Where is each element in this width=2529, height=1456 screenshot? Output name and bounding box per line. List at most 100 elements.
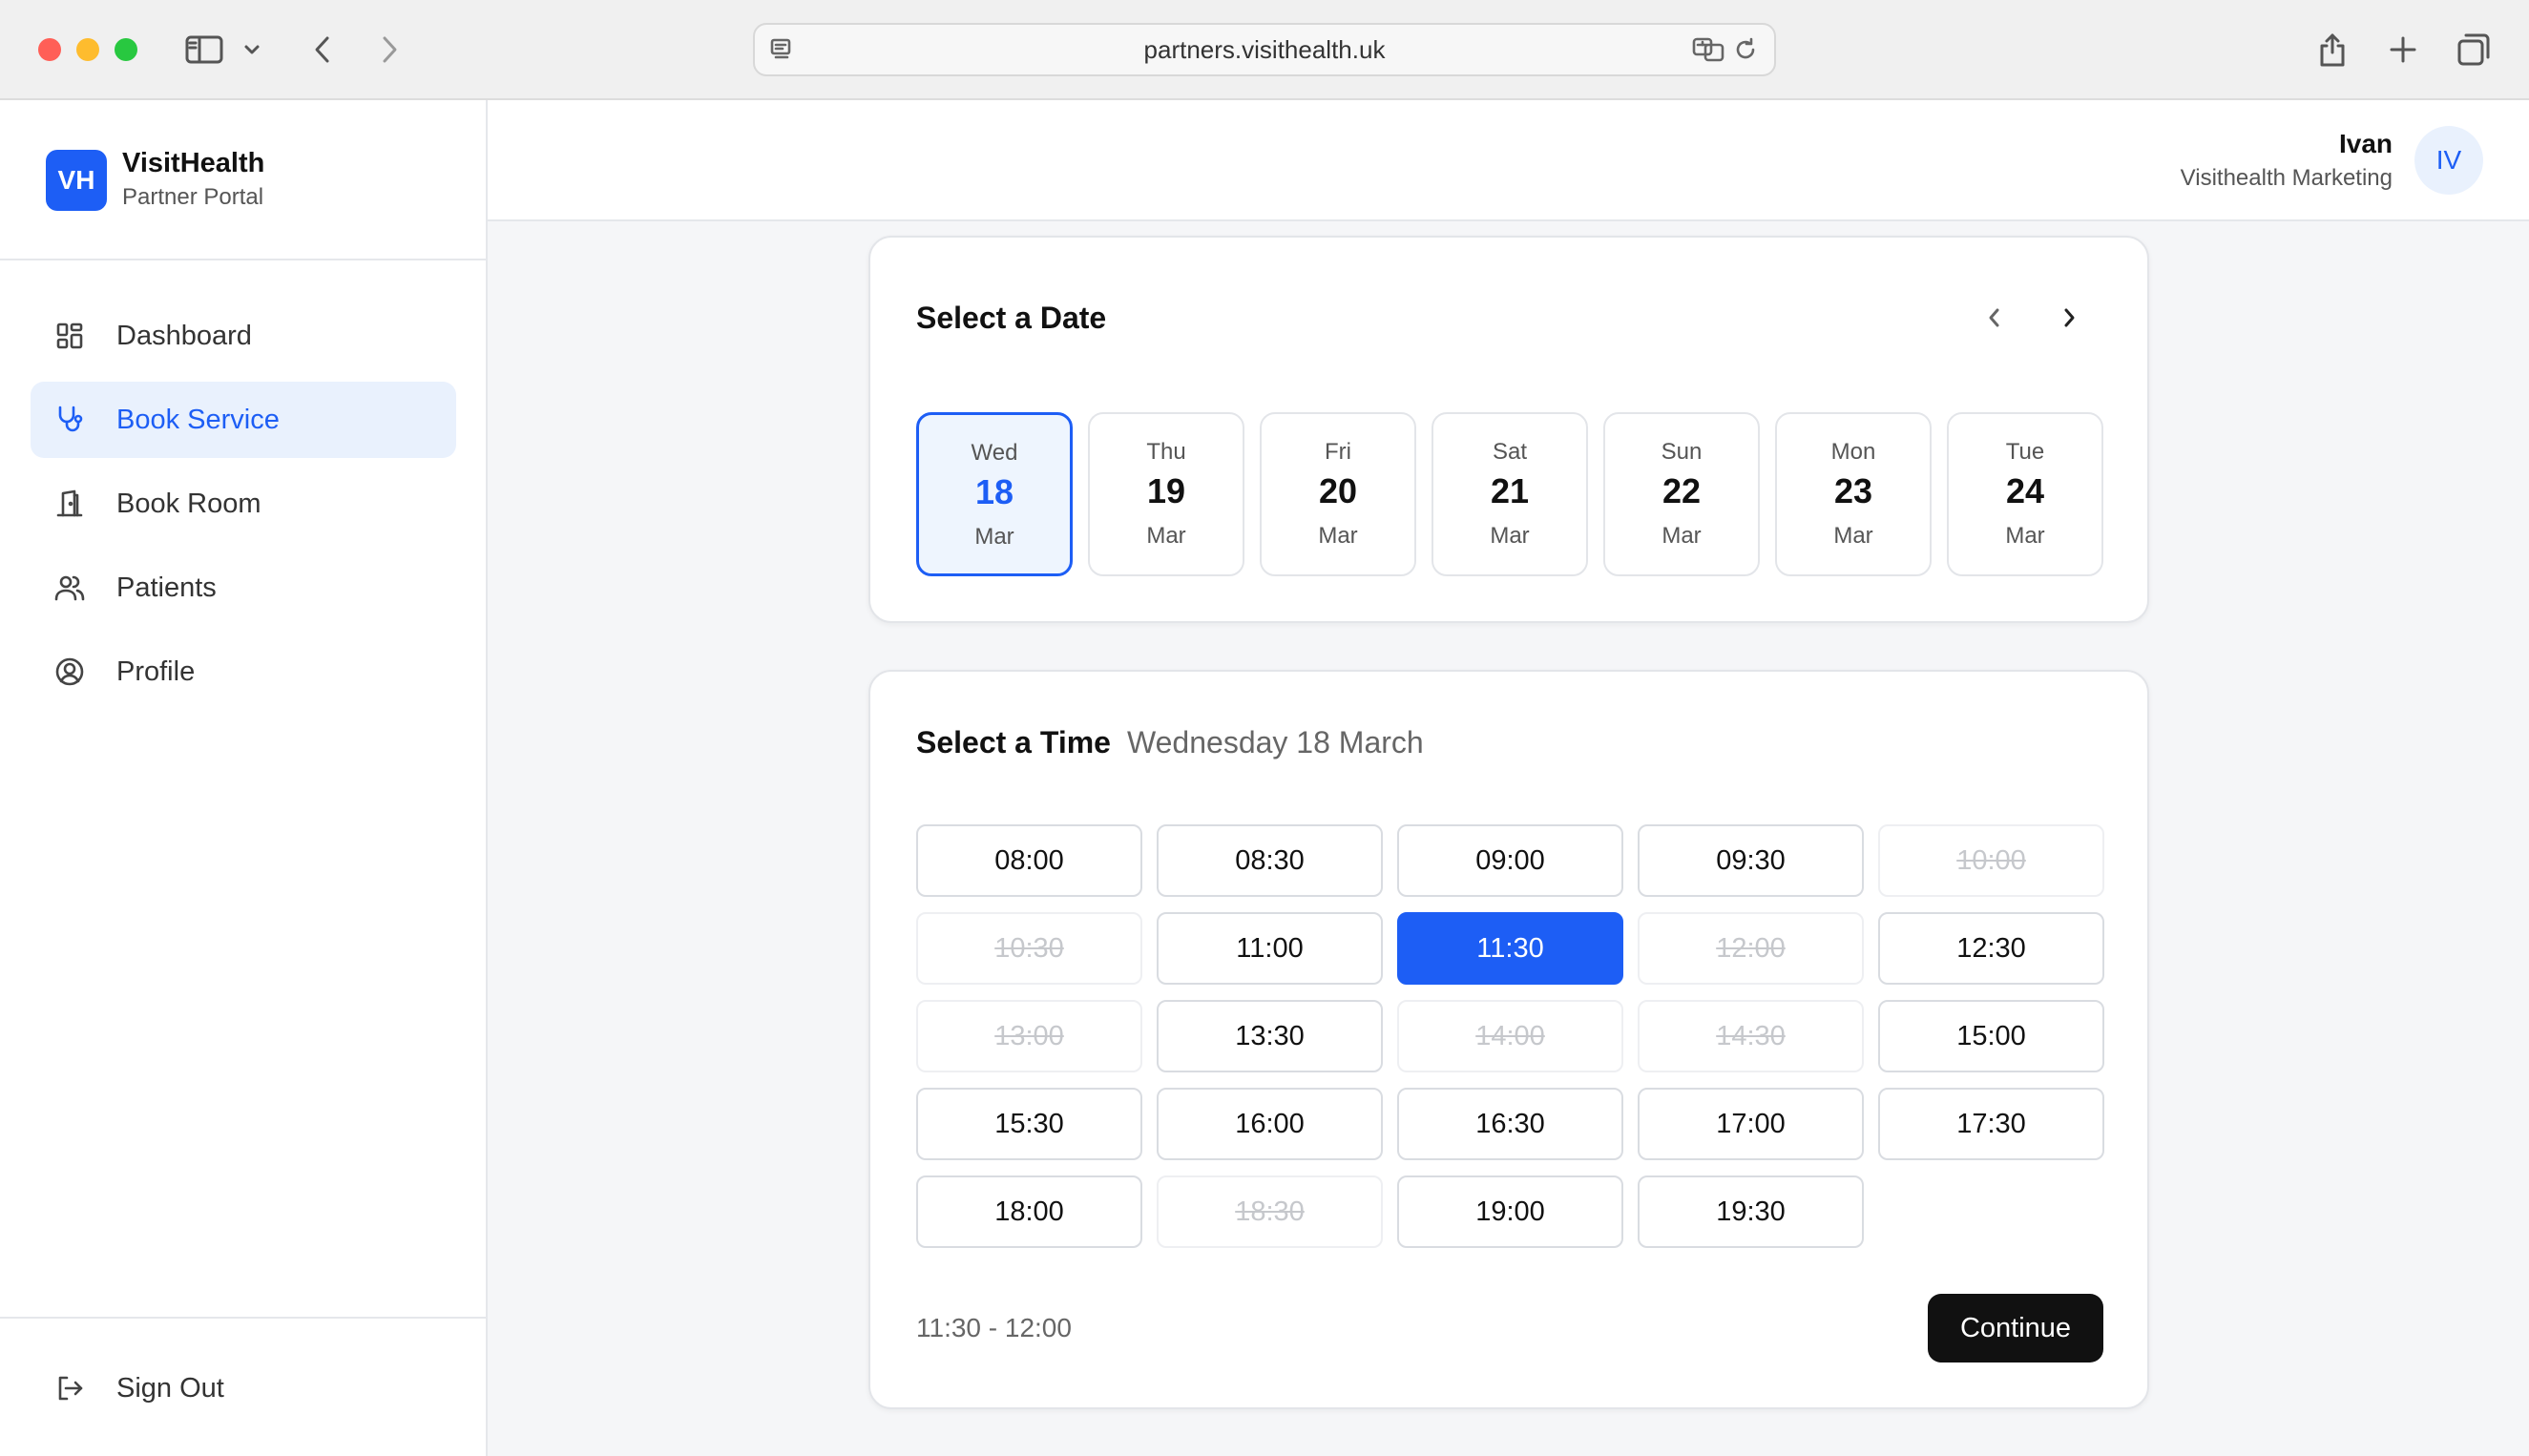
time-slot-1800[interactable]: 18:00 <box>916 1175 1142 1248</box>
door-icon <box>53 488 86 520</box>
selected-time-range: 11:30 - 12:00 <box>916 1313 1072 1342</box>
previous-week-button[interactable] <box>1974 297 2016 339</box>
time-slot-1730[interactable]: 17:30 <box>1878 1088 2104 1160</box>
day-number-label: 18 <box>974 472 1014 511</box>
month-label: Mar <box>2005 523 2045 549</box>
date-option-thu[interactable]: Thu 19 Mar <box>1088 412 1244 576</box>
new-tab-icon[interactable] <box>2382 29 2424 71</box>
sidebar-nav: Dashboard Book Service Book Room Patient… <box>31 298 456 718</box>
minimize-window-button[interactable] <box>76 38 99 61</box>
grid-icon <box>53 320 86 352</box>
brand-logo: VH <box>46 150 107 211</box>
user-name: Ivan <box>2338 129 2393 158</box>
time-slot-1000: 10:00 <box>1878 824 2104 897</box>
url-text[interactable]: partners.visithealth.uk <box>755 25 1774 74</box>
date-option-wed[interactable]: Wed 18 Mar <box>916 412 1073 576</box>
zoom-window-button[interactable] <box>115 38 137 61</box>
date-option-sat[interactable]: Sat 21 Mar <box>1432 412 1588 576</box>
day-number-label: 20 <box>1318 471 1358 510</box>
time-slot-0930[interactable]: 09:30 <box>1638 824 1864 897</box>
time-slot-1300: 13:00 <box>916 1000 1142 1072</box>
close-window-button[interactable] <box>38 38 61 61</box>
month-label: Mar <box>1490 523 1530 549</box>
day-of-week-label: Thu <box>1146 439 1186 465</box>
date-picker-card: Select a Date Wed 18 Mar Thu 19 Mar Fri 20 Mar Sa… <box>868 236 2149 623</box>
time-slot-0830[interactable]: 08:30 <box>1157 824 1383 897</box>
time-slot-1130[interactable]: 11:30 <box>1397 912 1623 985</box>
day-number-label: 21 <box>1490 471 1530 510</box>
brand-name: VisitHealth <box>122 148 265 178</box>
sign-out-label: Sign Out <box>116 1372 224 1404</box>
sidebar-footer: Sign Out <box>0 1317 486 1456</box>
share-icon[interactable] <box>2311 29 2353 71</box>
sidebar-item-patients[interactable]: Patients <box>31 550 456 626</box>
stethoscope-icon <box>53 404 86 436</box>
day-of-week-label: Sat <box>1492 439 1528 465</box>
selected-date-label: Wednesday 18 March <box>1127 725 1424 759</box>
time-slot-1330[interactable]: 13:30 <box>1157 1000 1383 1072</box>
time-picker-card: Select a Time Wednesday 18 March 08:00 08… <box>868 670 2149 1409</box>
day-of-week-label: Sun <box>1661 439 1703 465</box>
date-option-sun[interactable]: Sun 22 Mar <box>1603 412 1760 576</box>
address-bar[interactable]: partners.visithealth.uk <box>753 23 1776 76</box>
reload-icon[interactable] <box>1726 31 1765 69</box>
day-of-week-label: Wed <box>971 440 1018 466</box>
back-arrow-icon[interactable] <box>302 29 344 71</box>
time-slot-1230[interactable]: 12:30 <box>1878 912 2104 985</box>
time-slot-0800[interactable]: 08:00 <box>916 824 1142 897</box>
month-label: Mar <box>974 524 1014 550</box>
sidebar-item-book-service[interactable]: Book Service <box>31 382 456 458</box>
brand-header: VH VisitHealth Partner Portal <box>0 100 486 260</box>
month-label: Mar <box>1833 523 1873 549</box>
sidebar-item-label: Dashboard <box>116 320 252 351</box>
time-slot-1530[interactable]: 15:30 <box>916 1088 1142 1160</box>
sidebar-toggle-icon[interactable] <box>183 29 225 71</box>
day-of-week-label: Fri <box>1325 439 1351 465</box>
next-week-button[interactable] <box>2048 297 2090 339</box>
time-slot-1500[interactable]: 15:00 <box>1878 1000 2104 1072</box>
user-circle-icon <box>53 655 86 688</box>
sidebar-item-label: Profile <box>116 655 196 687</box>
day-number-label: 23 <box>1833 471 1873 510</box>
tab-overview-icon[interactable] <box>2453 29 2495 71</box>
day-number-label: 24 <box>2005 471 2045 510</box>
time-slot-1030: 10:30 <box>916 912 1142 985</box>
time-slot-1600[interactable]: 16:00 <box>1157 1088 1383 1160</box>
day-of-week-label: Mon <box>1830 439 1876 465</box>
logout-icon <box>53 1372 86 1404</box>
date-option-fri[interactable]: Fri 20 Mar <box>1260 412 1416 576</box>
time-slot-1900[interactable]: 19:00 <box>1397 1175 1623 1248</box>
sidebar-item-label: Book Service <box>116 404 280 435</box>
time-slot-1830: 18:30 <box>1157 1175 1383 1248</box>
brand-subtitle: Partner Portal <box>122 184 264 210</box>
time-slot-1400: 14:00 <box>1397 1000 1623 1072</box>
time-slot-1930[interactable]: 19:30 <box>1638 1175 1864 1248</box>
time-slot-1100[interactable]: 11:00 <box>1157 912 1383 985</box>
time-slot-1430: 14:30 <box>1638 1000 1864 1072</box>
avatar[interactable]: IV <box>2414 126 2483 195</box>
sidebar-item-dashboard[interactable]: Dashboard <box>31 298 456 374</box>
month-label: Mar <box>1146 523 1186 549</box>
sidebar-item-profile[interactable]: Profile <box>31 634 456 710</box>
chevron-down-icon[interactable] <box>237 29 267 71</box>
time-slot-1200: 12:00 <box>1638 912 1864 985</box>
sidebar-item-label: Patients <box>116 572 217 603</box>
continue-button[interactable]: Continue <box>1928 1294 2103 1362</box>
users-icon <box>53 572 86 604</box>
day-of-week-label: Tue <box>2005 439 2045 465</box>
time-picker-title: Select a Time <box>916 725 1111 759</box>
date-option-tue[interactable]: Tue 24 Mar <box>1947 412 2103 576</box>
translate-icon[interactable] <box>1690 31 1728 69</box>
day-number-label: 19 <box>1146 471 1186 510</box>
day-number-label: 22 <box>1662 471 1702 510</box>
sign-out-button[interactable]: Sign Out <box>31 1350 456 1426</box>
time-slot-0900[interactable]: 09:00 <box>1397 824 1623 897</box>
time-slot-1700[interactable]: 17:00 <box>1638 1088 1864 1160</box>
date-option-mon[interactable]: Mon 23 Mar <box>1775 412 1932 576</box>
sidebar-item-book-room[interactable]: Book Room <box>31 466 456 542</box>
user-organization: Visithealth Marketing <box>2180 165 2393 191</box>
sidebar: VH VisitHealth Partner Portal Dashboard … <box>0 100 488 1456</box>
time-slot-1630[interactable]: 16:30 <box>1397 1088 1623 1160</box>
month-label: Mar <box>1318 523 1358 549</box>
forward-arrow-icon[interactable] <box>368 29 410 71</box>
